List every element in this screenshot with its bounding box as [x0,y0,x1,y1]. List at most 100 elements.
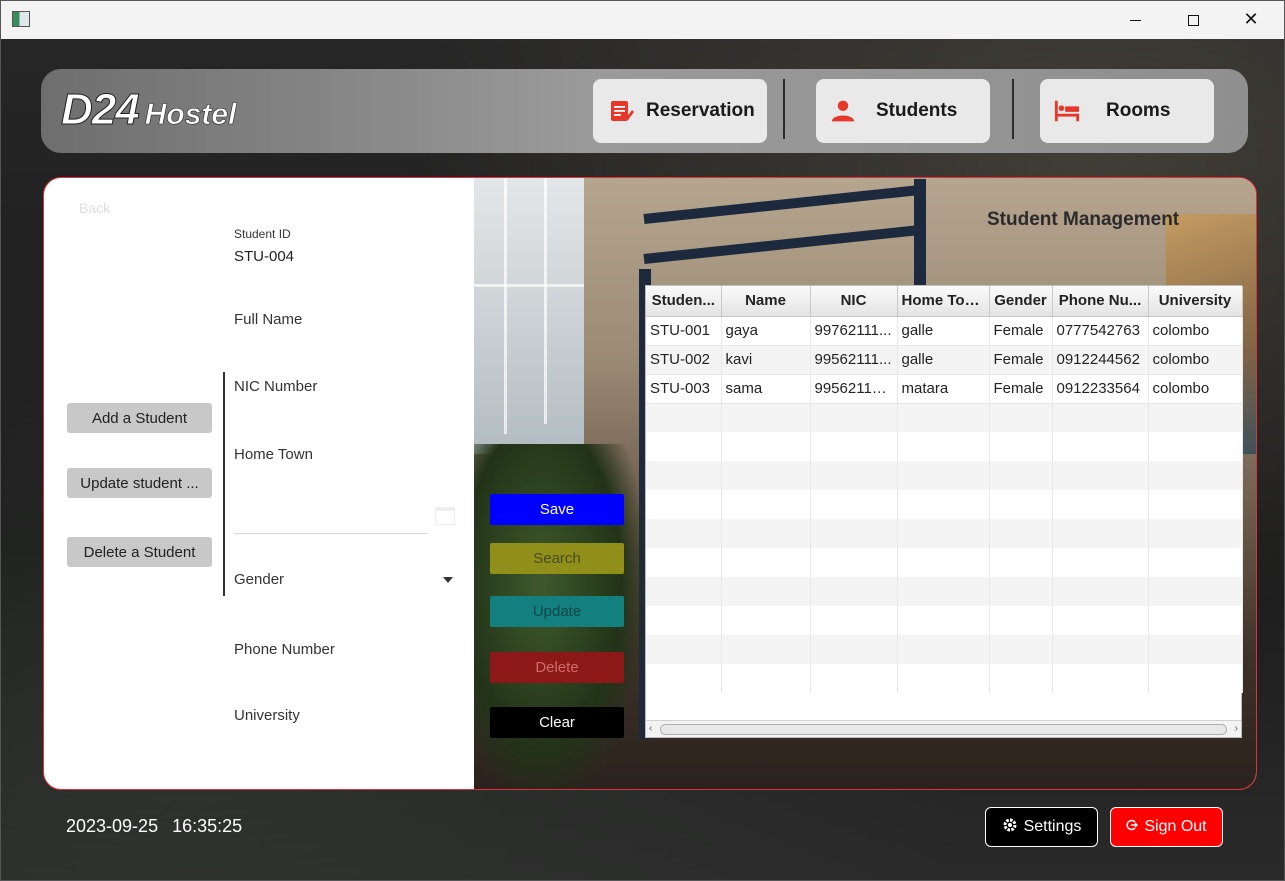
empty-row [646,577,1243,606]
user-icon [830,98,856,124]
sign-out-button[interactable]: Sign Out [1110,807,1223,847]
table-header-row: Studen... Name NIC Home Town Gender Phon… [646,286,1243,317]
calendar-icon[interactable] [435,507,455,525]
table-row[interactable]: STU-001 gaya 99762111... galle Female 07… [646,316,1243,346]
table-cell: colombo [1148,345,1243,375]
minimize-icon [1129,19,1141,21]
empty-row [646,432,1243,461]
empty-row [646,490,1243,519]
nav-reservation-button[interactable]: Reservation [593,79,767,143]
photo-bed-rail [643,184,923,224]
empty-row [646,664,1243,693]
column-header[interactable]: Home Town [897,286,990,317]
table-cell: Female [989,374,1053,404]
update-button[interactable]: Update [490,596,624,627]
empty-row [646,403,1243,432]
back-link[interactable]: Back [79,200,110,216]
column-header[interactable]: Gender [989,286,1053,317]
empty-row [646,461,1243,490]
column-header[interactable]: Studen... [646,286,722,317]
table-cell: 99562115... [810,374,898,404]
form-divider [223,372,225,596]
table-cell: 99562111... [810,345,898,375]
student-id-value: STU-004 [234,248,295,265]
maximize-icon [1187,14,1199,26]
sign-out-icon [1126,818,1139,836]
student-management-card: Back Add a Student Update student ... De… [43,177,1257,790]
logo-sub: Hostel [144,98,237,132]
settings-label: Settings [1023,818,1082,835]
close-icon: ✕ [1243,9,1259,30]
minimize-button[interactable] [1106,1,1164,39]
phone-number-field[interactable]: Phone Number [234,641,335,658]
student-id-label: Student ID [234,227,291,241]
table-cell: colombo [1148,316,1243,346]
empty-row [646,548,1243,577]
gear-icon [1002,817,1018,838]
full-name-field[interactable]: Full Name [234,311,302,328]
clear-button[interactable]: Clear [490,707,624,738]
current-date: 2023-09-25 [66,816,159,836]
table-cell: 0912233564 [1052,374,1149,404]
page-title: Student Management [987,209,1180,230]
date-time-display: 2023-09-25 16:35:25 [66,816,242,837]
students-table[interactable]: Studen... Name NIC Home Town Gender Phon… [645,285,1243,738]
nav-students-button[interactable]: Students [816,79,990,143]
table-cell: galle [897,345,990,375]
date-field[interactable] [234,533,428,534]
table-cell: galle [897,316,990,346]
photo-window-frame [544,178,547,424]
delete-student-button[interactable]: Delete a Student [67,537,212,567]
settings-button[interactable]: Settings [985,807,1098,847]
nav-divider [1012,79,1014,139]
delete-button[interactable]: Delete [490,652,624,683]
column-header[interactable]: Name [721,286,811,317]
students-table-grid: Studen... Name NIC Home Town Gender Phon… [646,286,1243,693]
update-student-button[interactable]: Update student ... [67,468,212,498]
table-row[interactable]: STU-003 sama 99562115... matara Female 0… [646,374,1243,404]
table-cell: sama [721,374,811,404]
table-cell: kavi [721,345,811,375]
column-header[interactable]: NIC [810,286,898,317]
column-header[interactable]: University [1148,286,1243,317]
chevron-down-icon[interactable] [443,577,453,583]
photo-window-frame [504,178,507,434]
column-header[interactable]: Phone Nu... [1052,286,1149,317]
empty-row [646,519,1243,548]
table-cell: colombo [1148,374,1243,404]
table-cell: 99762111... [810,316,898,346]
university-field[interactable]: University [234,707,300,724]
table-cell: STU-001 [646,316,722,346]
nav-divider [783,79,785,139]
nic-number-field[interactable]: NIC Number [234,378,317,395]
table-cell: 0912244562 [1052,345,1149,375]
maximize-button[interactable] [1164,1,1222,39]
search-button[interactable]: Search [490,543,624,574]
scroll-right-icon[interactable]: › [1235,723,1238,734]
app-window: ✕ D24Hostel Reservation Students Rooms [0,0,1285,881]
empty-row [646,606,1243,635]
photo-window-frame [474,284,584,287]
table-row[interactable]: STU-002 kavi 99562111... galle Female 09… [646,345,1243,375]
app-icon [12,11,30,27]
scroll-left-icon[interactable]: ‹ [649,723,652,734]
scrollbar-thumb[interactable] [660,724,1227,735]
sign-out-label: Sign Out [1144,818,1207,835]
close-button[interactable]: ✕ [1222,1,1280,39]
gender-select[interactable]: Gender [234,571,284,588]
logo: D24 Hostel [61,85,237,135]
nav-rooms-button[interactable]: Rooms [1040,79,1214,143]
table-cell: matara [897,374,990,404]
table-cell: STU-002 [646,345,722,375]
top-header: D24 Hostel Reservation Students Rooms [41,69,1248,153]
add-student-button[interactable]: Add a Student [67,403,212,433]
bed-icon [1054,98,1080,124]
hostel-photo-panel: Student Management Save Search Update De… [474,178,1256,789]
reservation-icon [608,98,634,124]
logo-main: D24 [61,85,141,135]
horizontal-scrollbar[interactable]: ‹ › [646,720,1241,737]
save-button[interactable]: Save [490,494,624,525]
home-town-field[interactable]: Home Town [234,446,313,463]
nav-reservation-label: Reservation [646,100,755,121]
photo-window [474,178,584,454]
